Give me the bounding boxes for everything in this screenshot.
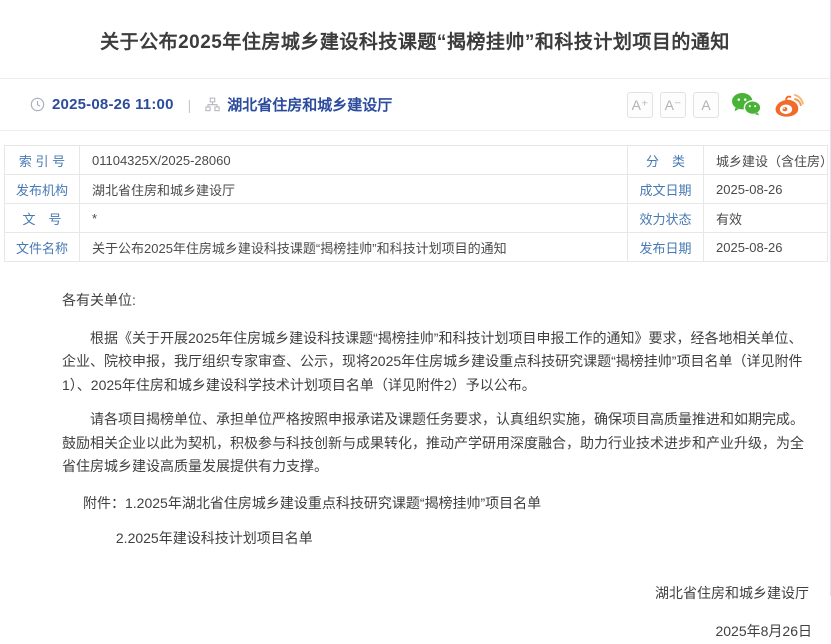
font-reset-button[interactable]: A: [693, 92, 719, 118]
table-row: 文件名称 关于公布2025年住房城乡建设科技课题“揭榜挂帅”和科技计划项目的通知…: [5, 233, 828, 262]
doc-number-value: *: [80, 204, 628, 233]
signature-date: 2025年8月26日: [62, 620, 816, 644]
doc-name-label: 文件名称: [5, 233, 80, 262]
font-increase-button[interactable]: A⁺: [627, 92, 653, 118]
weibo-share-icon[interactable]: [774, 92, 804, 118]
publish-date-label: 发布日期: [628, 233, 704, 262]
font-decrease-button[interactable]: A⁻: [660, 92, 686, 118]
written-date-value: 2025-08-26: [704, 175, 828, 204]
attachment-line-1: 附件：1.2025年湖北省住房城乡建设重点科技研究课题“揭榜挂帅”项目名单: [62, 492, 816, 516]
meta-info: 2025-08-26 11:00 | 湖北省住房和城乡建设厅: [30, 94, 392, 115]
wechat-share-icon[interactable]: [731, 92, 762, 117]
salutation: 各有关单位:: [62, 289, 816, 313]
table-row: 文 号 * 效力状态 有效: [5, 204, 828, 233]
body-paragraph: 请各项目揭榜单位、承担单位严格按照申报承诺及课题任务要求，认真组织实施，确保项目…: [62, 408, 816, 479]
doc-name-value: 关于公布2025年住房城乡建设科技课题“揭榜挂帅”和科技计划项目的通知: [80, 233, 628, 262]
signature-department: 湖北省住房和城乡建设厅: [62, 582, 816, 606]
document-body: 各有关单位: 根据《关于开展2025年住房城乡建设科技课题“揭榜挂帅”和科技计划…: [0, 289, 830, 644]
body-paragraph: 根据《关于开展2025年住房城乡建设科技课题“揭榜挂帅”和科技计划项目申报工作的…: [62, 327, 816, 398]
meta-bar: 2025-08-26 11:00 | 湖北省住房和城乡建设厅 A⁺ A⁻ A: [0, 79, 830, 130]
source-department-link[interactable]: 湖北省住房和城乡建设厅: [227, 94, 392, 115]
attachment-line-2: 2.2025年建设科技计划项目名单: [62, 527, 816, 551]
meta-tools: A⁺ A⁻ A: [620, 92, 804, 118]
document-page: 关于公布2025年住房城乡建设科技课题“揭榜挂帅”和科技计划项目的通知 2025…: [0, 0, 831, 596]
table-row: 发布机构 湖北省住房和城乡建设厅 成文日期 2025-08-26: [5, 175, 828, 204]
validity-status-value: 有效: [704, 204, 828, 233]
category-label: 分 类: [628, 146, 704, 175]
meta-separator: |: [188, 97, 192, 113]
written-date-label: 成文日期: [628, 175, 704, 204]
validity-status-label: 效力状态: [628, 204, 704, 233]
doc-number-label: 文 号: [5, 204, 80, 233]
divider: [0, 130, 830, 131]
document-info-table: 索 引 号 01104325X/2025-28060 分 类 城乡建设（含住房）…: [4, 145, 828, 262]
category-value: 城乡建设（含住房）: [704, 146, 828, 175]
issuing-agency-value: 湖北省住房和城乡建设厅: [80, 175, 628, 204]
clock-icon: [30, 97, 45, 112]
publish-datetime: 2025-08-26 11:00: [52, 96, 174, 113]
sitemap-icon: [205, 97, 220, 112]
publish-date-value: 2025-08-26: [704, 233, 828, 262]
index-number-value: 01104325X/2025-28060: [80, 146, 628, 175]
index-number-label: 索 引 号: [5, 146, 80, 175]
table-row: 索 引 号 01104325X/2025-28060 分 类 城乡建设（含住房）: [5, 146, 828, 175]
page-title: 关于公布2025年住房城乡建设科技课题“揭榜挂帅”和科技计划项目的通知: [0, 0, 830, 54]
issuing-agency-label: 发布机构: [5, 175, 80, 204]
